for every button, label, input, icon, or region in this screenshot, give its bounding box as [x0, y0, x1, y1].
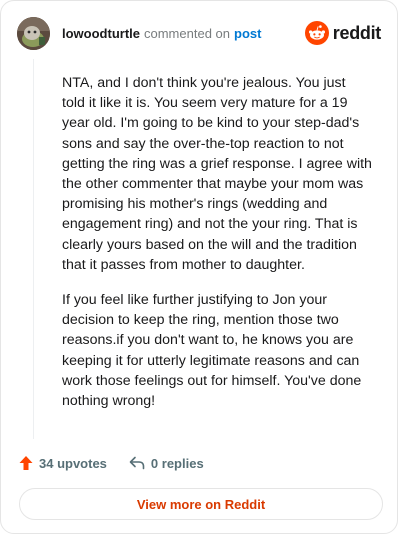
comment-header: lowoodturtle commented on post [62, 26, 261, 41]
reddit-brand[interactable]: reddit [304, 21, 382, 45]
upvotes-count: 34 upvotes [39, 455, 107, 471]
avatar-image [17, 17, 50, 50]
upvotes-stat[interactable]: 34 upvotes [19, 455, 107, 471]
comment-footer: 34 upvotes 0 replies [19, 455, 204, 471]
upvote-arrow-icon [19, 456, 33, 470]
comment-paragraph: NTA, and I don't think you're jealous. Y… [62, 75, 372, 273]
reddit-wordmark: reddit [332, 22, 382, 43]
reddit-logo-icon [304, 21, 329, 45]
thread-line [33, 59, 34, 439]
comment-embed-card: lowoodturtle commented on post reddit NTA,… [0, 0, 398, 534]
comment-paragraph: If you feel like further justifying to J… [62, 292, 362, 410]
reply-arrow-icon [129, 456, 145, 470]
username-link[interactable]: lowoodturtle [62, 26, 140, 41]
user-avatar[interactable] [17, 17, 50, 50]
view-more-button[interactable]: View more on Reddit [19, 488, 383, 520]
action-text: commented on [144, 26, 230, 41]
comment-body: NTA, and I don't think you're jealous. Y… [62, 73, 372, 426]
post-link[interactable]: post [234, 26, 261, 41]
replies-stat[interactable]: 0 replies [129, 456, 204, 471]
replies-count: 0 replies [150, 455, 204, 471]
